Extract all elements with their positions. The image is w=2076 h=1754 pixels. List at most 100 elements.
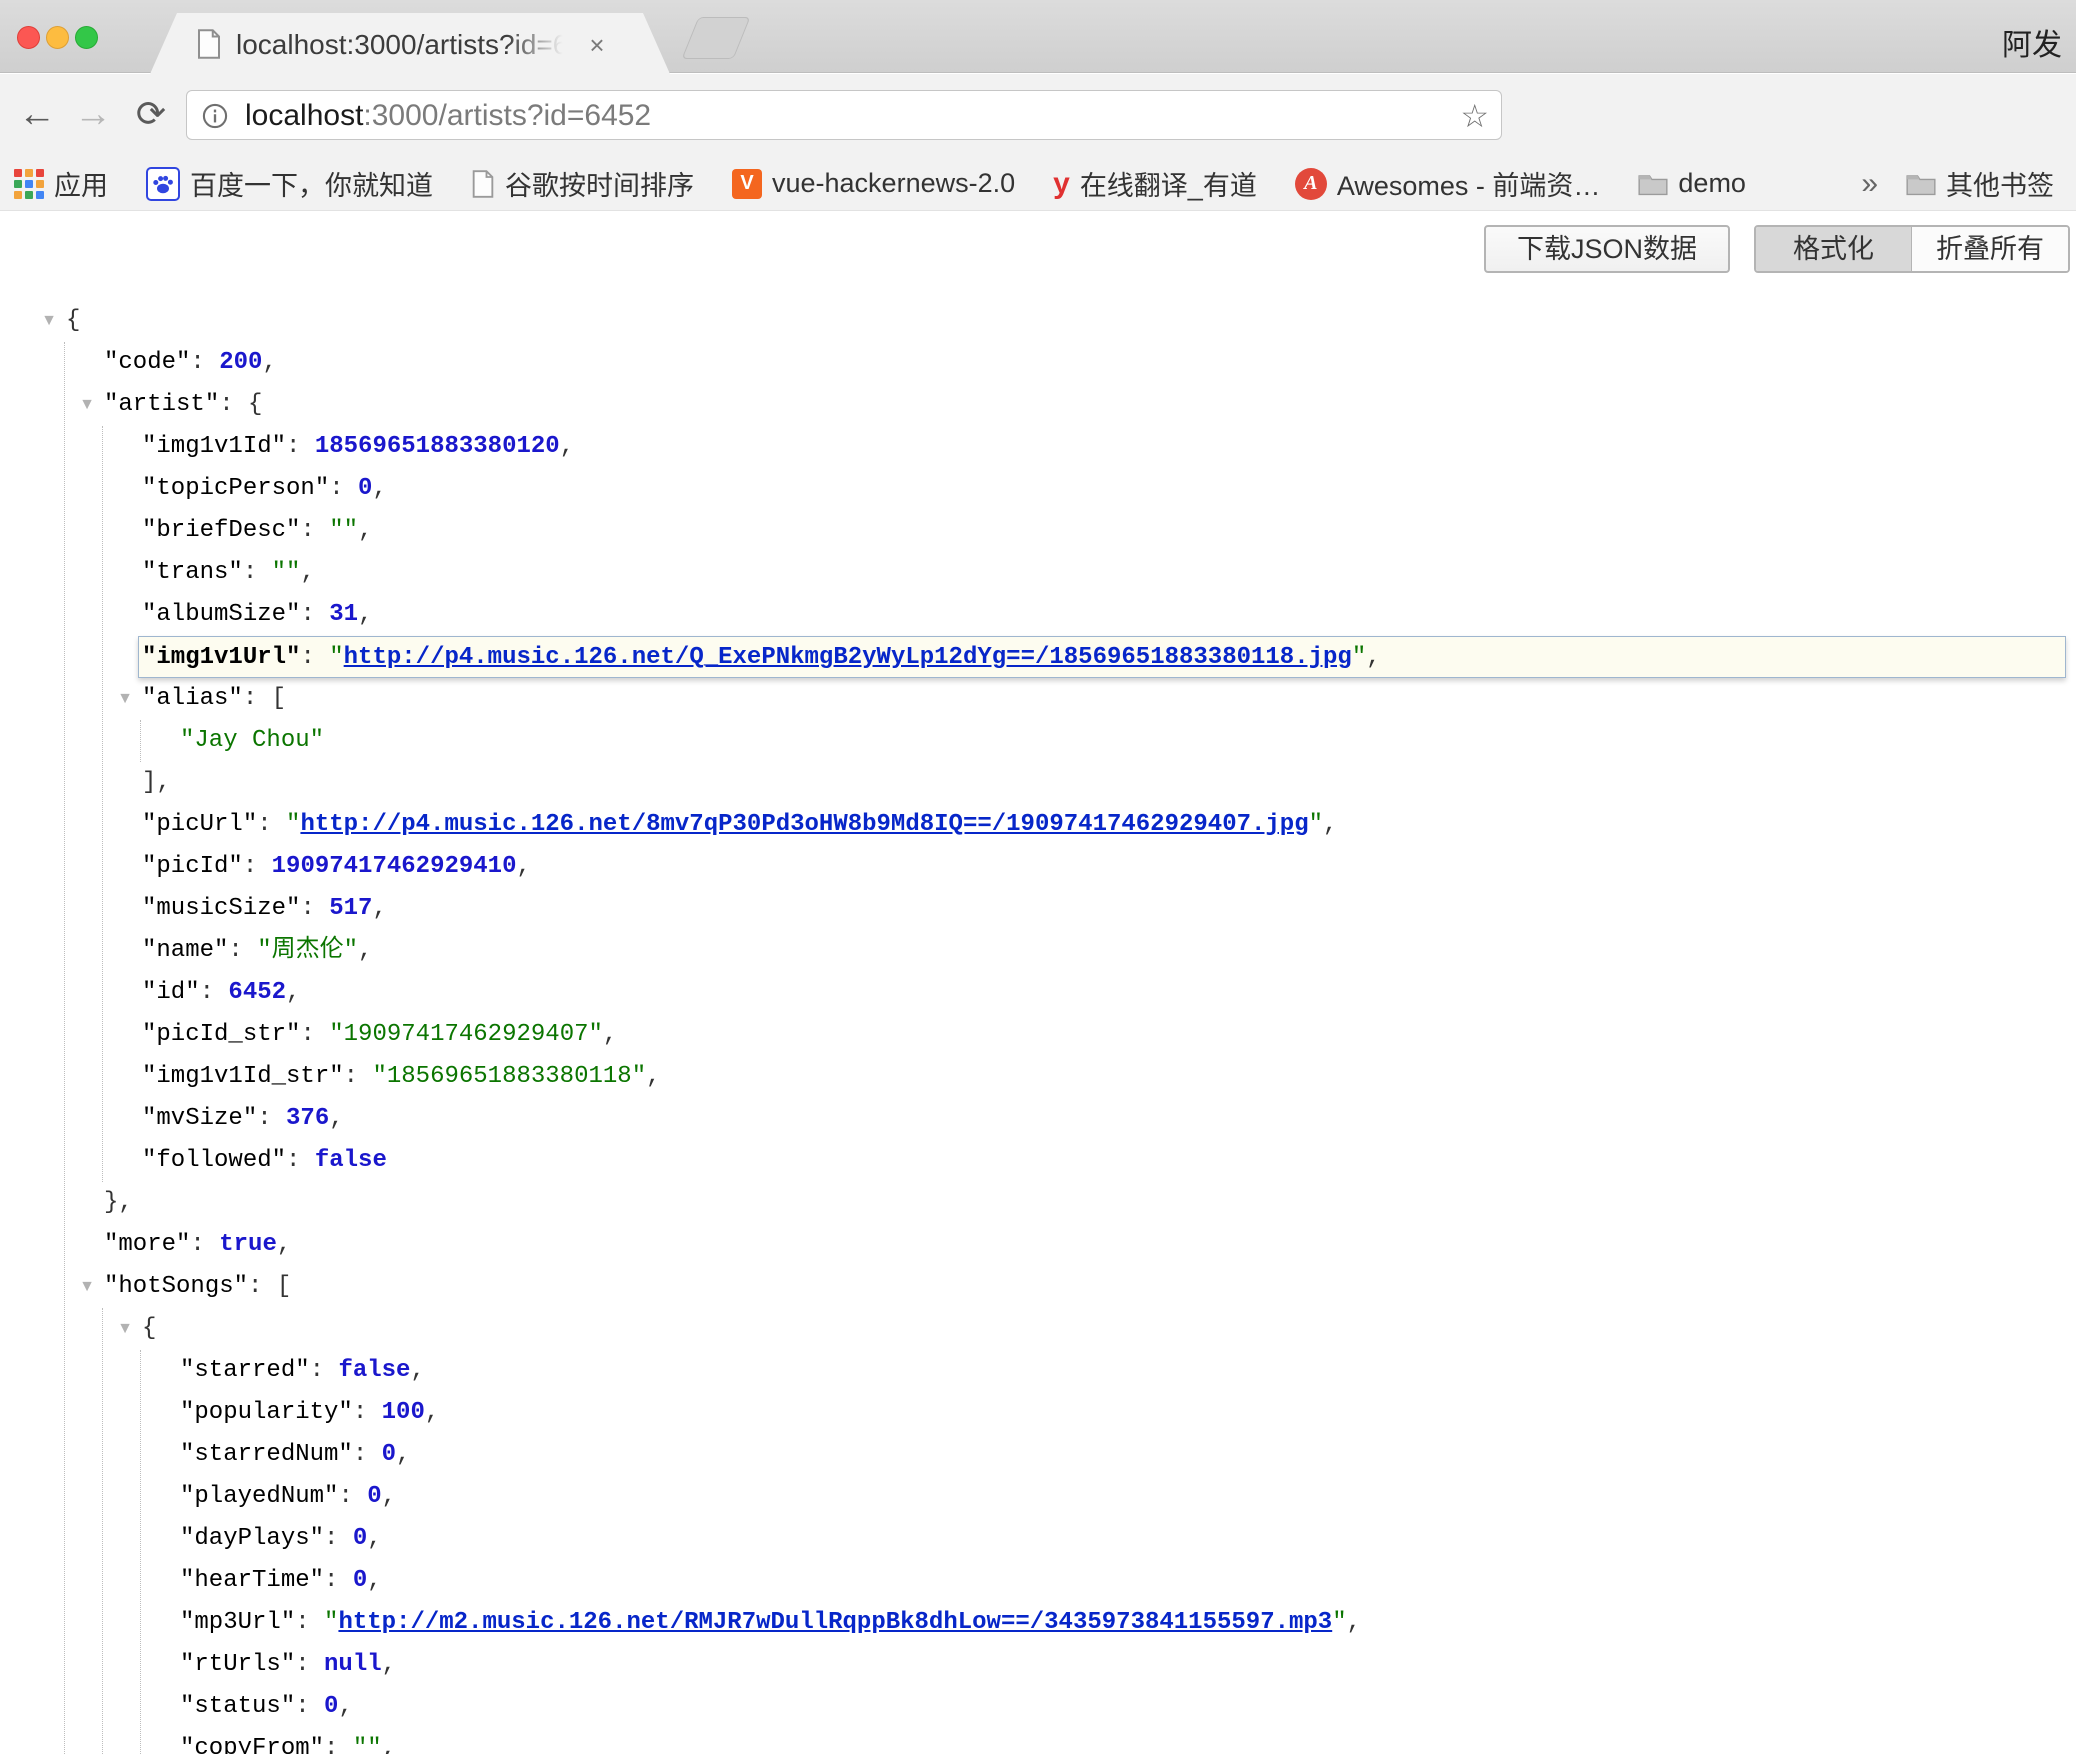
json-key: "hotSongs" — [104, 1273, 248, 1300]
other-bookmarks-folder[interactable]: 其他书签 — [1906, 164, 2054, 203]
json-punct: , — [329, 1105, 343, 1132]
json-key: "img1v1Id" — [142, 433, 286, 460]
json-value: false — [315, 1147, 387, 1174]
back-button[interactable]: ← — [14, 92, 60, 138]
json-punct: , — [410, 1357, 424, 1384]
json-punct: { — [248, 391, 262, 418]
format-button[interactable]: 格式化 — [1756, 227, 1912, 271]
json-value: 200 — [219, 349, 262, 376]
bookmark-vue-hackernews[interactable]: V vue-hackernews-2.0 — [732, 168, 1015, 199]
profile-name[interactable]: 阿发 — [2002, 20, 2062, 64]
json-value: 100 — [382, 1399, 425, 1426]
baidu-paw-icon — [146, 167, 180, 201]
url-text[interactable]: localhost:3000/artists?id=6452 — [245, 99, 651, 133]
bookmark-awesomes[interactable]: A Awesomes - 前端资… — [1295, 164, 1601, 203]
json-key: "more" — [104, 1231, 190, 1258]
json-key: "code" — [104, 349, 190, 376]
titlebar: localhost:3000/artists?id=645 × 阿发 — [0, 0, 2076, 73]
collapse-toggle-icon[interactable]: ▼ — [112, 1308, 138, 1350]
json-string: "18569651883380118" — [372, 1063, 646, 1090]
json-punct: : — [257, 1105, 286, 1132]
json-line: ▼"artist": { — [0, 384, 2076, 426]
json-string: " — [286, 811, 300, 838]
reload-button[interactable]: ⟳ — [128, 92, 174, 138]
json-string: " — [329, 644, 343, 671]
address-bar[interactable]: localhost:3000/artists?id=6452 ☆ — [186, 90, 1502, 140]
json-line: "followed": false — [0, 1140, 2076, 1182]
bookmark-google-sort[interactable]: 谷歌按时间排序 — [471, 164, 694, 203]
other-bookmarks-label: 其他书签 — [1946, 164, 2054, 203]
bookmark-label: Awesomes - 前端资… — [1337, 164, 1601, 203]
json-line: "Jay Chou" — [0, 720, 2076, 762]
collapse-toggle-icon[interactable]: ▼ — [36, 300, 62, 342]
json-line: "id": 6452, — [0, 972, 2076, 1014]
json-link[interactable]: http://m2.music.126.net/RMJR7wDullRqppBk… — [338, 1609, 1332, 1636]
collapse-all-button[interactable]: 折叠所有 — [1912, 227, 2068, 271]
bookmark-label: 百度一下，你就知道 — [190, 164, 433, 203]
json-punct: , — [382, 1651, 396, 1678]
json-key: "img1v1Url" — [142, 644, 300, 671]
toolbar: ← → ⟳ localhost:3000/artists?id=6452 ☆ 英… — [0, 74, 2076, 157]
site-info-icon[interactable] — [201, 102, 229, 130]
json-punct: : — [243, 685, 272, 712]
json-lines: ▼{"code": 200,▼"artist": {"img1v1Id": 18… — [0, 300, 2076, 1754]
json-punct: : — [324, 1567, 353, 1594]
bookmark-folder-demo[interactable]: demo — [1638, 168, 1746, 199]
tab-close-icon[interactable]: × — [582, 30, 612, 61]
collapse-toggle-icon[interactable]: ▼ — [74, 1266, 100, 1308]
zoom-window-button[interactable] — [75, 26, 98, 49]
json-string: "周杰伦" — [257, 937, 358, 964]
json-punct: }, — [104, 1189, 133, 1216]
json-value: true — [219, 1231, 277, 1258]
json-line: ], — [0, 762, 2076, 804]
json-punct: : — [300, 1021, 329, 1048]
json-value: 0 — [367, 1483, 381, 1510]
minimize-window-button[interactable] — [46, 26, 69, 49]
json-punct: : — [310, 1357, 339, 1384]
browser-tab[interactable]: localhost:3000/artists?id=645 × — [150, 13, 670, 74]
json-punct: : — [353, 1399, 382, 1426]
json-line: "rtUrls": null, — [0, 1644, 2076, 1686]
folder-icon — [1638, 172, 1668, 196]
json-punct: : — [248, 1273, 277, 1300]
download-json-button[interactable]: 下载JSON数据 — [1484, 225, 1730, 273]
json-punct: : — [286, 1147, 315, 1174]
json-line: "name": "周杰伦", — [0, 930, 2076, 972]
json-punct: , — [646, 1063, 660, 1090]
json-line: "starred": false, — [0, 1350, 2076, 1392]
json-string: "19097417462929407" — [329, 1021, 603, 1048]
json-punct: , — [382, 1735, 396, 1754]
json-key: "name" — [142, 937, 228, 964]
bookmark-apps[interactable]: 应用 — [14, 164, 108, 203]
collapse-toggle-icon[interactable]: ▼ — [112, 678, 138, 720]
json-key: "followed" — [142, 1147, 286, 1174]
new-tab-button[interactable] — [682, 17, 751, 59]
json-link[interactable]: http://p4.music.126.net/Q_ExePNkmgB2yWyL… — [344, 644, 1352, 671]
close-window-button[interactable] — [17, 26, 40, 49]
json-punct: : — [329, 475, 358, 502]
json-value: false — [338, 1357, 410, 1384]
bookmark-star-icon[interactable]: ☆ — [1460, 97, 1489, 135]
bookmark-baidu[interactable]: 百度一下，你就知道 — [146, 164, 433, 203]
collapse-toggle-icon[interactable]: ▼ — [74, 384, 100, 426]
json-punct: : — [295, 1609, 324, 1636]
url-host: localhost — [245, 99, 363, 132]
json-line: "picId_str": "19097417462929407", — [0, 1014, 2076, 1056]
bookmark-youdao-translate[interactable]: y 在线翻译_有道 — [1053, 164, 1257, 203]
json-string: "Jay Chou" — [180, 727, 324, 754]
json-punct: : — [243, 559, 272, 586]
json-punct: , — [396, 1441, 410, 1468]
json-link[interactable]: http://p4.music.126.net/8mv7qP30Pd3oHW8b… — [300, 811, 1308, 838]
json-key: "copyFrom" — [180, 1735, 324, 1754]
bookmark-label: demo — [1678, 168, 1746, 199]
json-punct: , — [1366, 644, 1380, 671]
json-punct: , — [300, 559, 314, 586]
forward-button[interactable]: → — [70, 92, 116, 138]
json-punct: [ — [277, 1273, 291, 1300]
bookmark-label: 应用 — [54, 164, 108, 203]
json-value: 0 — [353, 1567, 367, 1594]
bookmarks-overflow-button[interactable]: » — [1861, 167, 1878, 201]
json-punct: : — [300, 644, 329, 671]
json-punct: , — [367, 1525, 381, 1552]
json-punct: , — [286, 979, 300, 1006]
